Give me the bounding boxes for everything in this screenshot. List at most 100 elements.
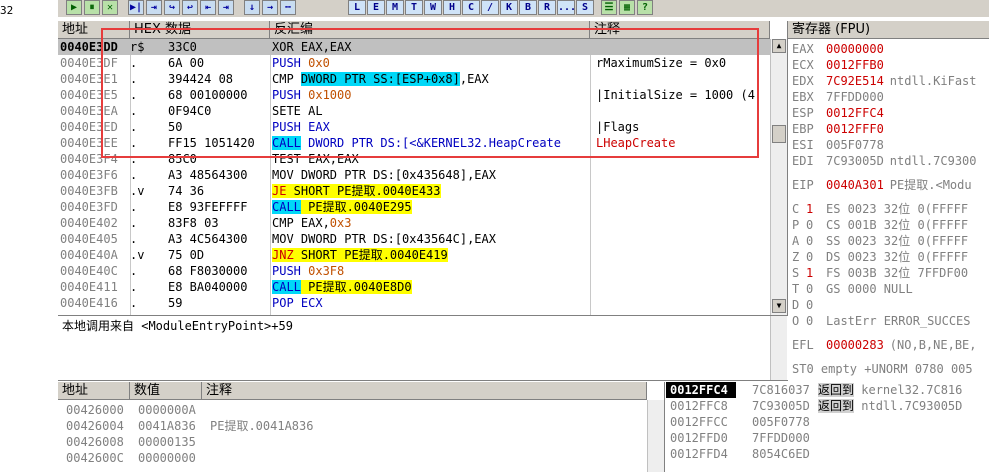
register-edx[interactable]: EDX 7C92E514 ntdll.KiFast <box>792 73 977 89</box>
dump-row[interactable]: 00426000 0000000A <box>58 402 647 418</box>
disassembly-row[interactable]: 0040E3F4. 85C0 TEST EAX,EAX <box>58 151 770 167</box>
flag-row[interactable]: D0 <box>792 297 826 313</box>
flag-row[interactable]: A 0 SS 0023 32位 0(FFFFF <box>792 233 968 249</box>
dump-row[interactable]: 00426004 0041A836 PE提取.0041A836 <box>58 418 647 434</box>
toolbar-button-icon[interactable]: ⋯ <box>280 0 296 15</box>
register-ecx[interactable]: ECX 0012FFB0 <box>792 57 890 73</box>
scroll-up-arrow-icon[interactable]: ▲ <box>772 39 786 53</box>
stack-row[interactable]: 0012FFC8 7C93005D 返回到 ntdll.7C93005D <box>666 398 989 414</box>
stack-comment-text: kernel32.7C816 <box>854 383 963 397</box>
memory-dump-pane[interactable]: 地址 数值 注释 00426000 0000000A 00426004 0041A83… <box>58 382 665 472</box>
toolbar-window-button-k[interactable]: K <box>500 0 518 15</box>
disassembly-row[interactable]: 0040E3DF. 6A 00 PUSH 0x0 rMaximumSize = 0x0 <box>58 55 770 71</box>
register-ebx[interactable]: EBX 7FFDD000 <box>792 89 890 105</box>
disassembly-row[interactable]: 0040E40C. 68 F8030000 PUSH 0x3F8 <box>58 263 770 279</box>
disassembly-row[interactable]: 0040E3FB .v 74 36 JE SHORT PE提取.0040E433 <box>58 183 770 199</box>
row-marker: . <box>130 200 138 214</box>
toolbar-window-button-/[interactable]: / <box>481 0 499 15</box>
dump-header-comment[interactable]: 注释 <box>202 382 647 400</box>
scroll-thumb[interactable] <box>772 125 786 143</box>
register-esi[interactable]: ESI 005F0778 <box>792 137 890 153</box>
disassembly-row[interactable]: 0040E3FD. E8 93FEFFFF CALL PE提取.0040E295 <box>58 199 770 215</box>
dump-header-value[interactable]: 数值 <box>130 382 202 400</box>
toolbar-button-icon[interactable]: ▶ <box>66 0 82 15</box>
register-efl[interactable]: EFL 00000283 (NO,B,NE,BE, <box>792 337 977 353</box>
register-ebp[interactable]: EBP 0012FFF0 <box>792 121 890 137</box>
toolbar-window-button-m[interactable]: M <box>386 0 404 15</box>
cpu-disassembly-pane[interactable]: 地址 HEX 数据 反汇编 注释 0040E3DD r$ 33C0 XOR EAX,E… <box>58 21 788 315</box>
flag-row[interactable]: S 1 FS 003B 32位 7FFDF00 <box>792 265 968 281</box>
toolbar-button-icon[interactable]: ⇥ <box>146 0 162 15</box>
dump-header-address[interactable]: 地址 <box>58 382 130 400</box>
registers-header[interactable]: 寄存器 (FPU) <box>788 21 989 39</box>
toolbar-window-button-s[interactable]: S <box>576 0 594 15</box>
toolbar-window-button-c[interactable]: C <box>462 0 480 15</box>
column-header-comment[interactable]: 注释 <box>590 21 770 39</box>
disassembly-row[interactable]: 0040E3E5. 68 00100000 PUSH 0x1000 |InitialS… <box>58 87 770 103</box>
registers-pane[interactable]: 寄存器 (FPU) EAX 00000000 ECX 0012FFB0 EDX 7C92E… <box>788 21 989 382</box>
flag-row[interactable]: O 0 LastErr ERROR_SUCCES <box>792 313 971 329</box>
toolbar-button-icon[interactable]: ↪ <box>164 0 180 15</box>
disassembly-scrollbar[interactable]: ▲ ▼ <box>770 39 787 315</box>
flag-name: Z <box>792 250 800 264</box>
row-hex: 68 F8030000 <box>168 264 248 278</box>
stack-row[interactable]: 0012FFD0 7FFDD000 <box>666 430 989 446</box>
toolbar-window-button-l[interactable]: L <box>348 0 366 15</box>
column-header-hex[interactable]: HEX 数据 <box>130 21 270 39</box>
info-scrollbar[interactable] <box>770 316 787 380</box>
disassembly-row[interactable]: 0040E3DD r$ 33C0 XOR EAX,EAX <box>58 39 770 55</box>
toolbar-window-button-b[interactable]: B <box>519 0 537 15</box>
stack-pane[interactable]: 0012FFC4 7C816037 返回到 kernel32.7C816 0012FF… <box>666 382 989 472</box>
toolbar-window-button-...[interactable]: ... <box>557 0 576 15</box>
toolbar-window-button-t[interactable]: T <box>405 0 423 15</box>
flag-row[interactable]: T 0 GS 0000 NULL <box>792 281 913 297</box>
toolbar-button-icon[interactable]: ⇤ <box>200 0 216 15</box>
toolbar-button-icon[interactable]: → <box>262 0 278 15</box>
disassembly-row[interactable]: 0040E40A .v 75 0D JNZ SHORT PE提取.0040E419 <box>58 247 770 263</box>
toolbar-window-button-h[interactable]: H <box>443 0 461 15</box>
register-name: ESP <box>792 106 814 120</box>
register-eip[interactable]: EIP 0040A301 PE提取.<Modu <box>792 177 972 193</box>
register-edi[interactable]: EDI 7C93005D ntdll.7C9300 <box>792 153 977 169</box>
disassembly-row[interactable]: 0040E3EE. FF15 1051420 CALL DWORD PTR DS:[… <box>58 135 770 151</box>
toolbar-button-icon[interactable]: ↓ <box>244 0 260 15</box>
scroll-down-arrow-icon[interactable]: ▼ <box>772 299 786 313</box>
toolbar-window-button-e[interactable]: E <box>367 0 385 15</box>
stack-row[interactable]: 0012FFD4 8054C6ED <box>666 446 989 462</box>
disassembly-row[interactable]: 0040E3F6. A3 48564300 MOV DWORD PTR DS:[0x… <box>58 167 770 183</box>
flag-row[interactable]: P 0 CS 001B 32位 0(FFFFF <box>792 217 968 233</box>
register-eax[interactable]: EAX 00000000 <box>792 41 890 57</box>
toolbar-button-icon[interactable]: ✕ <box>102 0 118 15</box>
column-header-address[interactable]: 地址 <box>58 21 130 39</box>
disassembly-row[interactable]: 0040E402. 83F8 03 CMP EAX,0x3 <box>58 215 770 231</box>
toolbar-button-icon[interactable]: ⇥ <box>218 0 234 15</box>
toolbar-extra-icon[interactable]: ? <box>637 0 653 15</box>
toolbar-button-icon[interactable]: ▶| <box>128 0 144 15</box>
row-marker: . <box>130 280 138 294</box>
register-esp[interactable]: ESP 0012FFC4 <box>792 105 890 121</box>
row-hex: 68 00100000 <box>168 88 248 102</box>
row-disasm: JE SHORT PE提取.0040E433 <box>272 183 592 199</box>
row-disasm: CMP DWORD PTR SS:[ESP+0x8],EAX <box>272 71 592 87</box>
disassembly-row[interactable]: 0040E3EA. 0F94C0 SETE AL <box>58 103 770 119</box>
toolbar-window-button-w[interactable]: W <box>424 0 442 15</box>
dump-row[interactable]: 0042600C 00000000 <box>58 450 647 466</box>
register-st0[interactable]: ST0 empty +UNORM 0780 005 <box>792 361 973 377</box>
disassembly-row[interactable]: 0040E3ED. 50 PUSH EAX |Flags <box>58 119 770 135</box>
stack-row[interactable]: 0012FFCC 005F0778 <box>666 414 989 430</box>
flag-row[interactable]: C 1 ES 0023 32位 0(FFFFF <box>792 201 968 217</box>
toolbar-button-icon[interactable]: ⏸ <box>84 0 100 15</box>
disassembly-row[interactable]: 0040E416. 59 POP ECX <box>58 295 770 311</box>
toolbar-extra-icon[interactable]: ☰ <box>601 0 617 15</box>
toolbar-button-icon[interactable]: ↩ <box>182 0 198 15</box>
stack-row[interactable]: 0012FFC4 7C816037 返回到 kernel32.7C816 <box>666 382 989 398</box>
disassembly-row[interactable]: 0040E405. A3 4C564300 MOV DWORD PTR DS:[0x… <box>58 231 770 247</box>
dump-row[interactable]: 00426008 00000135 <box>58 434 647 450</box>
dump-scrollbar[interactable] <box>647 400 664 472</box>
disassembly-row[interactable]: 0040E3E1. 394424 08 CMP DWORD PTR SS:[ESP+… <box>58 71 770 87</box>
flag-row[interactable]: Z 0 DS 0023 32位 0(FFFFF <box>792 249 968 265</box>
toolbar-extra-icon[interactable]: ▦ <box>619 0 635 15</box>
column-header-disasm[interactable]: 反汇编 <box>270 21 590 39</box>
toolbar-window-button-r[interactable]: R <box>538 0 556 15</box>
disassembly-row[interactable]: 0040E411. E8 BA040000 CALL PE提取.0040E8D0 <box>58 279 770 295</box>
